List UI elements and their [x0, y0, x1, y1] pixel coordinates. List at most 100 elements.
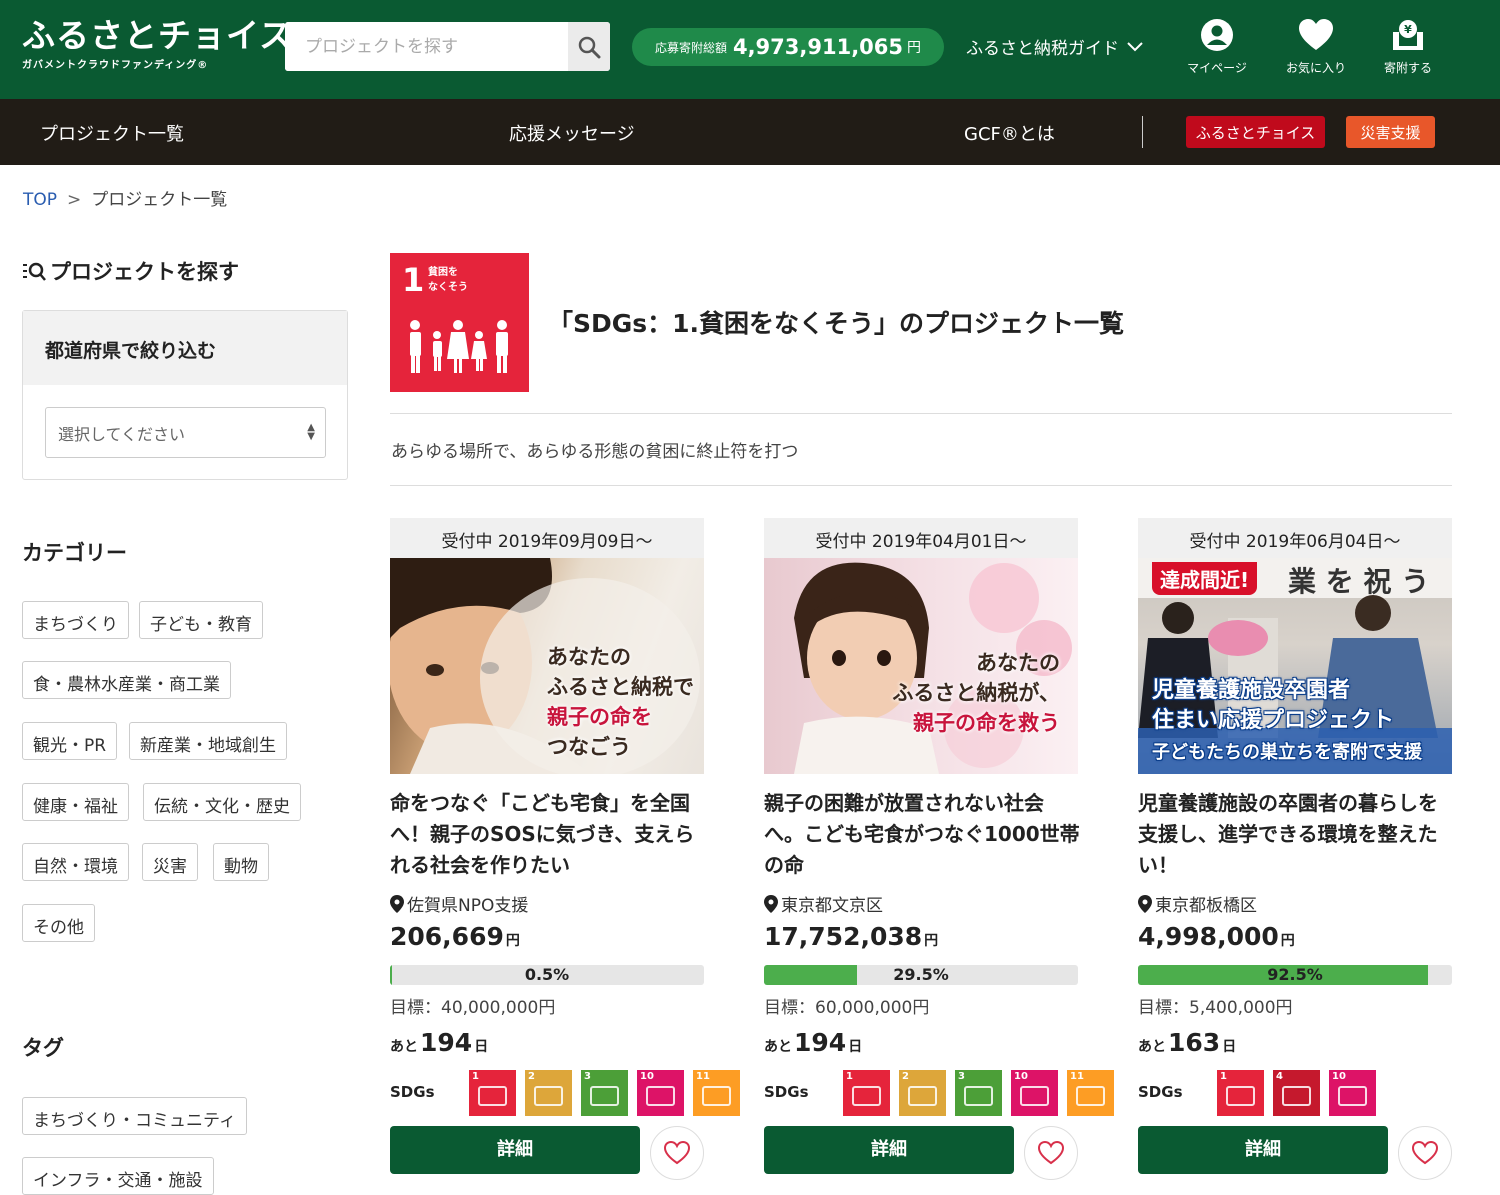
sidebar-title: プロジェクトを探す	[22, 256, 239, 286]
card-days-left: あと163 日	[1138, 1028, 1237, 1057]
sdg-goal-icon-number: 2	[902, 1071, 909, 1082]
sdg-goal-icon[interactable]: 10	[1329, 1070, 1376, 1116]
project-card: 受付中 2019年09月09日〜 あなたの ふるさと納税で 親子の命を つなごう…	[390, 518, 740, 1180]
sdg-icons: 1 2 3 10 11	[469, 1070, 740, 1116]
sdg-goal-icon[interactable]: 2	[899, 1070, 946, 1116]
sdg-goal-icon[interactable]: 1	[1217, 1070, 1264, 1116]
sdg-goal-icon[interactable]: 3	[581, 1070, 628, 1116]
search-box	[285, 22, 610, 71]
breadcrumb-top[interactable]: TOP	[23, 190, 57, 210]
category-chip[interactable]: まちづくり	[22, 601, 129, 639]
sdg-goal-text: 貧困を なくそう	[428, 267, 468, 293]
search-input[interactable]	[285, 22, 568, 71]
sdg-goal-icon[interactable]: 1	[469, 1070, 516, 1116]
search-button[interactable]	[568, 22, 610, 71]
progress-bar: 92.5%	[1138, 965, 1452, 985]
sdg-goal-icon-number: 1	[846, 1071, 853, 1082]
progress-bar: 29.5%	[764, 965, 1078, 985]
category-chip[interactable]: その他	[22, 904, 95, 942]
tag-chip[interactable]: まちづくり・コミュニティ	[22, 1097, 247, 1135]
nav-choice-button[interactable]: ふるさとチョイス	[1186, 116, 1325, 148]
breadcrumb-separator: >	[67, 190, 82, 210]
sdg-goal-icon[interactable]: 3	[955, 1070, 1002, 1116]
sdg-pictogram-icon	[852, 1086, 881, 1106]
card-image[interactable]: 業 を 祝 う 達成間近! 児童養護施設卒園者 住まい応援プロジェクト 子どもた…	[1138, 558, 1452, 774]
card-amount: 206,669 円	[390, 922, 520, 951]
category-chip[interactable]: 動物	[213, 843, 269, 881]
sdg-goal-icon-number: 4	[1276, 1071, 1283, 1082]
nav-disaster-button[interactable]: 災害支援	[1346, 116, 1435, 148]
card-image[interactable]: あなたの ふるさと納税が、 親子の命を救う	[764, 558, 1078, 774]
sdg-pictogram-icon	[1282, 1086, 1311, 1106]
sdg-goal-icon[interactable]: 11	[693, 1070, 740, 1116]
project-card: 受付中 2019年06月04日〜 業 を 祝 う 達成間近! 児童養護施設卒園者…	[1138, 518, 1454, 1180]
prefecture-select[interactable]: 選択してください ▲ ▼	[45, 407, 326, 458]
card-days-left: あと194 日	[764, 1028, 863, 1057]
heart-outline-icon	[1038, 1141, 1064, 1165]
sdg-goal-icon[interactable]: 2	[525, 1070, 572, 1116]
favorite-button[interactable]	[1398, 1126, 1452, 1180]
category-chip[interactable]: 食・農林水産業・商工業	[22, 661, 231, 699]
sdg-pictogram-icon	[908, 1086, 937, 1106]
card-title[interactable]: 親子の困難が放置されない社会へ。こども宅食がつなぐ1000世帯の命	[764, 788, 1080, 881]
nav-about-gcf[interactable]: GCF®とは	[964, 120, 1055, 146]
divider	[390, 485, 1452, 486]
sdg-pictogram-icon	[534, 1086, 563, 1106]
sdg-goal-icon[interactable]: 4	[1273, 1070, 1320, 1116]
card-image-overlay-text: 児童養護施設卒園者 住まい応援プロジェクト	[1152, 678, 1395, 733]
favorite-button[interactable]	[1024, 1126, 1078, 1180]
category-chip[interactable]: 子ども・教育	[139, 601, 263, 639]
sdg-goal-icon[interactable]: 11	[1067, 1070, 1114, 1116]
sdgs-label: SDGs	[1138, 1083, 1183, 1101]
sdg-goal-logo: 1 貧困を なくそう	[390, 253, 529, 392]
card-date: 受付中 2019年09月09日〜	[390, 518, 704, 558]
category-chip[interactable]: 災害	[142, 843, 198, 881]
category-chip[interactable]: 自然・環境	[22, 843, 129, 881]
total-label: 応募寄附総額	[654, 40, 727, 55]
card-days-left: あと194 日	[390, 1028, 489, 1057]
category-chip[interactable]: 伝統・文化・歴史	[143, 783, 301, 821]
card-image-overlay-subtext: 子どもたちの巣立ちを寄附で支援	[1152, 742, 1422, 763]
mypage-link[interactable]: マイページ	[1172, 18, 1262, 76]
sdg-goal-icon[interactable]: 1	[843, 1070, 890, 1116]
sdg-pictogram-icon	[646, 1086, 675, 1106]
select-arrows-icon: ▲ ▼	[307, 422, 315, 442]
sdg-goal-icon-number: 1	[1220, 1071, 1227, 1082]
sidebar-title-text: プロジェクトを探す	[50, 260, 239, 284]
favorite-button[interactable]	[650, 1126, 704, 1180]
sdg-pictogram-icon	[478, 1086, 507, 1106]
sdg-goal-icon-number: 1	[472, 1071, 479, 1082]
site-logo[interactable]: ふるさとチョイス ガバメントクラウドファンディング®	[22, 18, 292, 72]
map-pin-icon	[764, 894, 778, 913]
category-chip[interactable]: 観光・PR	[22, 722, 118, 760]
breadcrumb-current: プロジェクト一覧	[91, 190, 228, 210]
category-chip[interactable]: 健康・福祉	[22, 783, 129, 821]
tag-heading: タグ	[22, 1036, 64, 1060]
card-title[interactable]: 児童養護施設の卒園者の暮らしを支援し、進学できる環境を整えたい！	[1138, 788, 1454, 881]
donate-link[interactable]: ¥ 寄附する	[1363, 18, 1453, 76]
card-image-banner-text: 業 を 祝 う	[1288, 565, 1430, 598]
nav-project-list[interactable]: プロジェクト一覧	[40, 120, 184, 146]
sdg-pictogram-icon	[702, 1086, 731, 1106]
nav-support-messages[interactable]: 応援メッセージ	[509, 120, 635, 146]
favorites-link[interactable]: お気に入り	[1271, 18, 1361, 76]
detail-button[interactable]: 詳細	[390, 1126, 640, 1174]
detail-button[interactable]: 詳細	[764, 1126, 1014, 1174]
card-image[interactable]: あなたの ふるさと納税で 親子の命を つなごう	[390, 558, 704, 774]
card-title[interactable]: 命をつなぐ「こども宅食」を全国へ！親子のSOSに気づき、支えられる社会を作りたい	[390, 788, 706, 881]
svg-text:¥: ¥	[1404, 23, 1412, 36]
breadcrumb: TOP > プロジェクト一覧	[23, 185, 227, 210]
card-date: 受付中 2019年04月01日〜	[764, 518, 1078, 558]
divider	[390, 413, 1452, 414]
card-location: 東京都文京区	[764, 891, 883, 916]
detail-button[interactable]: 詳細	[1138, 1126, 1388, 1174]
guide-dropdown[interactable]: ふるさと納税ガイド	[966, 34, 1143, 59]
sdg-goal-icon-number: 2	[528, 1071, 535, 1082]
category-chip[interactable]: 新産業・地域創生	[129, 722, 287, 760]
heart-outline-icon	[1412, 1141, 1438, 1165]
sdg-goal-icon[interactable]: 10	[1011, 1070, 1058, 1116]
sdg-pictogram-icon	[1226, 1086, 1255, 1106]
guide-label: ふるさと納税ガイド	[966, 39, 1119, 59]
sdg-goal-icon[interactable]: 10	[637, 1070, 684, 1116]
tag-chip[interactable]: インフラ・交通・施設	[22, 1157, 214, 1195]
